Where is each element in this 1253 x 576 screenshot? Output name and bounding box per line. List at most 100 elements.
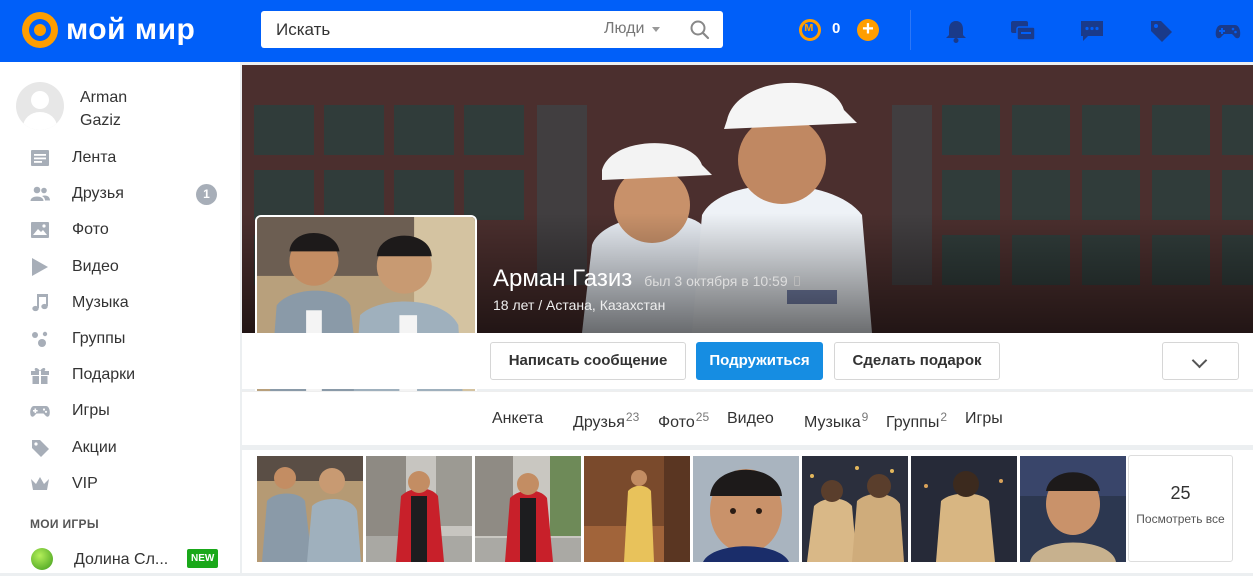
chats-icon[interactable]: [1010, 18, 1036, 44]
message-icon[interactable]: [1079, 18, 1105, 44]
sidebar-item-music[interactable]: Музыка: [0, 285, 240, 321]
friends-count-badge: 1: [196, 183, 217, 205]
tab-label: Анкета: [492, 410, 544, 427]
sidebar-item-feed[interactable]: Лента: [0, 140, 240, 176]
tab-count: 9: [861, 410, 869, 424]
feed-icon: [31, 150, 49, 167]
sidebar-item-label: Игры: [72, 402, 110, 420]
tab-count: 2: [940, 410, 947, 424]
photo-thumbnail[interactable]: [911, 456, 1017, 562]
sidebar-item-photo[interactable]: Фото: [0, 212, 240, 248]
mobile-icon: [793, 276, 800, 286]
tab-label: Друзья: [573, 414, 625, 431]
my-games-title: МОИ ИГРЫ: [30, 517, 99, 531]
see-all-label: Посмотреть все: [1136, 512, 1225, 526]
sidebar: Arman Gaziz Лента Друзья 1 Фото Видео Му…: [0, 62, 240, 573]
bell-icon[interactable]: [943, 18, 969, 44]
logo-text: мой мир: [66, 13, 196, 46]
photo-thumbnail[interactable]: [475, 456, 581, 562]
sidebar-item-label: Друзья: [72, 185, 124, 203]
profile-actions: Написать сообщение Подружиться Сделать п…: [242, 333, 1253, 389]
profile-main: Арман Газиз был 3 октября в 10:59 18 лет…: [242, 65, 1253, 573]
tab-label: Игры: [965, 410, 1003, 427]
sidebar-item-groups[interactable]: Группы: [0, 321, 240, 357]
tab-music[interactable]: Музыка9: [804, 410, 868, 432]
avatar[interactable]: [16, 82, 64, 130]
friends-icon: [30, 186, 50, 202]
tab-count: 23: [625, 410, 640, 424]
photo-thumbnail[interactable]: [1020, 456, 1126, 562]
user-name[interactable]: Arman Gaziz: [80, 86, 160, 132]
search-box: Люди: [261, 11, 723, 48]
sidebar-item-friends[interactable]: Друзья 1: [0, 176, 240, 212]
photo-thumbnail[interactable]: [693, 456, 799, 562]
user-last-name: Gaziz: [80, 112, 121, 129]
see-all-photos[interactable]: 25 Посмотреть все: [1128, 455, 1233, 562]
tab-label: Фото: [658, 414, 695, 431]
new-badge: NEW: [187, 549, 219, 568]
photo-thumbnail[interactable]: [584, 456, 690, 562]
tab-groups[interactable]: Группы2: [886, 410, 947, 432]
add-friend-button[interactable]: Подружиться: [696, 342, 823, 380]
video-icon: [32, 257, 48, 276]
profile-header: Арман Газиз был 3 октября в 10:59: [493, 265, 800, 293]
tab-label: Музыка: [804, 414, 861, 431]
music-icon: [32, 293, 48, 311]
profile-name: Арман Газиз: [493, 265, 633, 292]
gamepad-icon[interactable]: [1215, 18, 1241, 44]
current-user[interactable]: Arman Gaziz: [16, 82, 160, 132]
search-icon[interactable]: [689, 19, 711, 41]
profile-meta: 18 лет / Астана, Казахстан: [493, 297, 666, 313]
search-scope-label: Люди: [604, 20, 645, 37]
sidebar-item-label: Лента: [72, 149, 117, 167]
profile-tabs: Анкета Друзья23 Фото25 Видео Музыка9 Гру…: [242, 391, 1253, 445]
photo-strip: 25 Посмотреть все: [242, 450, 1253, 573]
tab-label: Видео: [727, 410, 774, 427]
add-coins-button[interactable]: +: [857, 19, 879, 41]
sidebar-item-games[interactable]: Игры: [0, 393, 240, 429]
tag-icon[interactable]: [1148, 18, 1174, 44]
photos-total: 25: [1170, 483, 1191, 503]
photo-thumbnail[interactable]: [802, 456, 908, 562]
sidebar-item-vip[interactable]: VIP: [0, 466, 240, 502]
tab-friends[interactable]: Друзья23: [573, 410, 639, 432]
tab-profile[interactable]: Анкета: [492, 410, 543, 428]
sidebar-item-label: Фото: [72, 221, 109, 239]
logo-icon: [22, 12, 58, 48]
last-seen: был 3 октября в 10:59: [644, 273, 788, 289]
tab-games[interactable]: Игры: [965, 410, 1003, 428]
gamepad-icon: [30, 406, 50, 418]
sidebar-item-gifts[interactable]: Подарки: [0, 357, 240, 393]
gift-icon: [31, 368, 49, 385]
crown-icon: [31, 476, 49, 490]
sidebar-item-video[interactable]: Видео: [0, 249, 240, 285]
game-icon: [31, 548, 53, 570]
photo-thumbnail[interactable]: [257, 456, 363, 562]
search-scope-select[interactable]: Люди: [604, 20, 661, 38]
sidebar-item-label: Подарки: [72, 366, 136, 384]
sidebar-game-item[interactable]: Долина Сл... NEW: [0, 542, 240, 576]
tab-count: 25: [695, 410, 710, 424]
sidebar-item-label: Группы: [72, 330, 126, 348]
tab-video[interactable]: Видео: [727, 410, 774, 428]
sidebar-nav: Лента Друзья 1 Фото Видео Музыка Группы …: [0, 140, 240, 502]
sidebar-item-label: Видео: [72, 257, 119, 275]
sidebar-item-label: VIP: [72, 474, 98, 492]
more-actions-button[interactable]: [1162, 342, 1239, 380]
sidebar-item-promos[interactable]: Акции: [0, 430, 240, 466]
sidebar-item-label: Акции: [72, 438, 117, 456]
tab-photos[interactable]: Фото25: [658, 410, 709, 432]
logo[interactable]: мой мир: [22, 12, 195, 48]
search-input[interactable]: [261, 11, 591, 48]
sidebar-item-label: Музыка: [72, 293, 129, 311]
send-message-button[interactable]: Написать сообщение: [490, 342, 686, 380]
groups-icon: [32, 331, 48, 348]
coin-count: 0: [832, 20, 841, 37]
tag-icon: [32, 439, 49, 457]
coin-icon[interactable]: [799, 19, 821, 41]
tab-label: Группы: [886, 414, 940, 431]
chevron-down-icon: [652, 26, 661, 32]
photo-thumbnail[interactable]: [366, 456, 472, 562]
send-gift-button[interactable]: Сделать подарок: [834, 342, 1000, 380]
photo-icon: [31, 222, 49, 239]
